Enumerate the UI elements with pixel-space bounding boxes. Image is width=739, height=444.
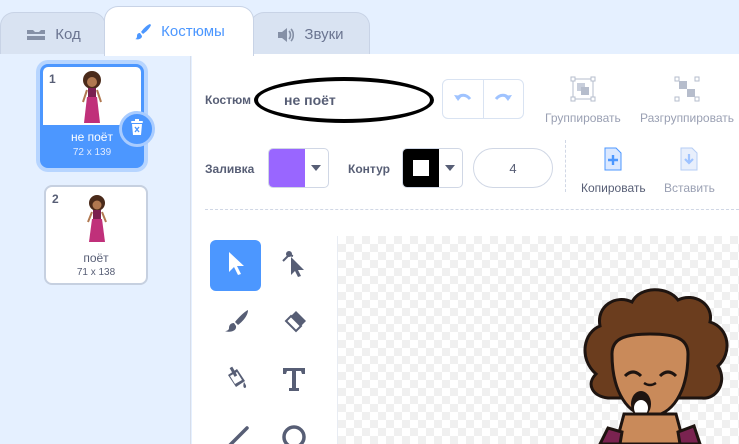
- eraser-tool[interactable]: [268, 298, 319, 349]
- undo-icon: [453, 90, 473, 109]
- circle-tool[interactable]: [268, 414, 319, 444]
- drawing-canvas[interactable]: [337, 236, 739, 444]
- ungroup-icon: [674, 76, 700, 105]
- line-tool[interactable]: [210, 414, 261, 444]
- group-button[interactable]: Группировать: [545, 76, 621, 125]
- fill-color-swatch: [269, 149, 305, 187]
- brush-icon: [222, 308, 250, 339]
- trash-icon: [129, 118, 145, 141]
- fill-label: Заливка: [205, 162, 255, 176]
- chevron-down-icon: [439, 149, 461, 187]
- costume-artwork: [583, 288, 729, 444]
- reshape-tool[interactable]: [268, 240, 319, 291]
- divider: [205, 209, 739, 210]
- undo-button[interactable]: [443, 80, 483, 118]
- line-icon: [223, 424, 249, 444]
- select-arrow-icon: [225, 250, 247, 281]
- eraser-icon: [280, 308, 308, 339]
- paste-label: Вставить: [664, 181, 715, 195]
- costume-name: поёт: [83, 251, 109, 265]
- costume-name-input[interactable]: не поёт: [254, 77, 434, 123]
- redo-icon: [493, 90, 513, 109]
- costume-thumbnail: [46, 193, 146, 243]
- brush-tool[interactable]: [210, 298, 261, 349]
- tab-costumes[interactable]: Костюмы: [104, 6, 254, 56]
- outline-width-input[interactable]: 4: [473, 148, 553, 188]
- copy-button[interactable]: Копировать: [581, 146, 646, 195]
- divider: [565, 140, 566, 192]
- paste-button[interactable]: Вставить: [664, 146, 715, 195]
- chevron-down-icon: [305, 149, 327, 187]
- fill-tool[interactable]: [210, 356, 261, 407]
- circle-icon: [280, 423, 308, 444]
- redo-button[interactable]: [482, 80, 524, 118]
- editor-tabs: Код Костюмы Звуки: [0, 0, 739, 56]
- costume-list: 1 не поёт 72 x 139 2 поёт 71 x 138: [0, 54, 191, 444]
- costume-number: 1: [49, 72, 56, 86]
- costume-size: 71 x 138: [76, 267, 116, 278]
- outline-color-swatch: [403, 149, 439, 187]
- tab-code[interactable]: Код: [0, 12, 106, 56]
- ungroup-button[interactable]: Разгруппировать: [640, 76, 734, 125]
- costume-item-2[interactable]: 2 поёт 71 x 138: [44, 185, 148, 285]
- tab-code-label: Код: [55, 26, 81, 43]
- costume-name-label: Костюм: [205, 93, 252, 107]
- copy-icon: [602, 146, 624, 175]
- tab-sounds-label: Звуки: [304, 26, 344, 43]
- reshape-icon: [281, 249, 307, 282]
- delete-costume-button[interactable]: [119, 111, 155, 147]
- undo-redo-group: [442, 79, 524, 119]
- select-tool[interactable]: [210, 240, 261, 291]
- fill-bucket-icon: [222, 365, 250, 398]
- paste-icon: [678, 146, 700, 175]
- speaker-icon: [276, 26, 296, 44]
- tab-costumes-label: Костюмы: [161, 23, 225, 40]
- text-tool-icon: [281, 366, 307, 397]
- group-icon: [570, 76, 596, 105]
- ungroup-label: Разгруппировать: [640, 111, 735, 125]
- text-tool[interactable]: [268, 356, 319, 407]
- costume-size: 72 x 139: [72, 147, 112, 158]
- fill-color-picker[interactable]: [268, 148, 329, 188]
- copy-label: Копировать: [581, 181, 646, 195]
- outline-label: Контур: [348, 162, 390, 176]
- outline-color-picker[interactable]: [402, 148, 463, 188]
- code-icon: [25, 27, 47, 43]
- paintbrush-icon: [133, 22, 153, 42]
- group-label: Группировать: [545, 111, 621, 125]
- tab-sounds[interactable]: Звуки: [250, 12, 370, 56]
